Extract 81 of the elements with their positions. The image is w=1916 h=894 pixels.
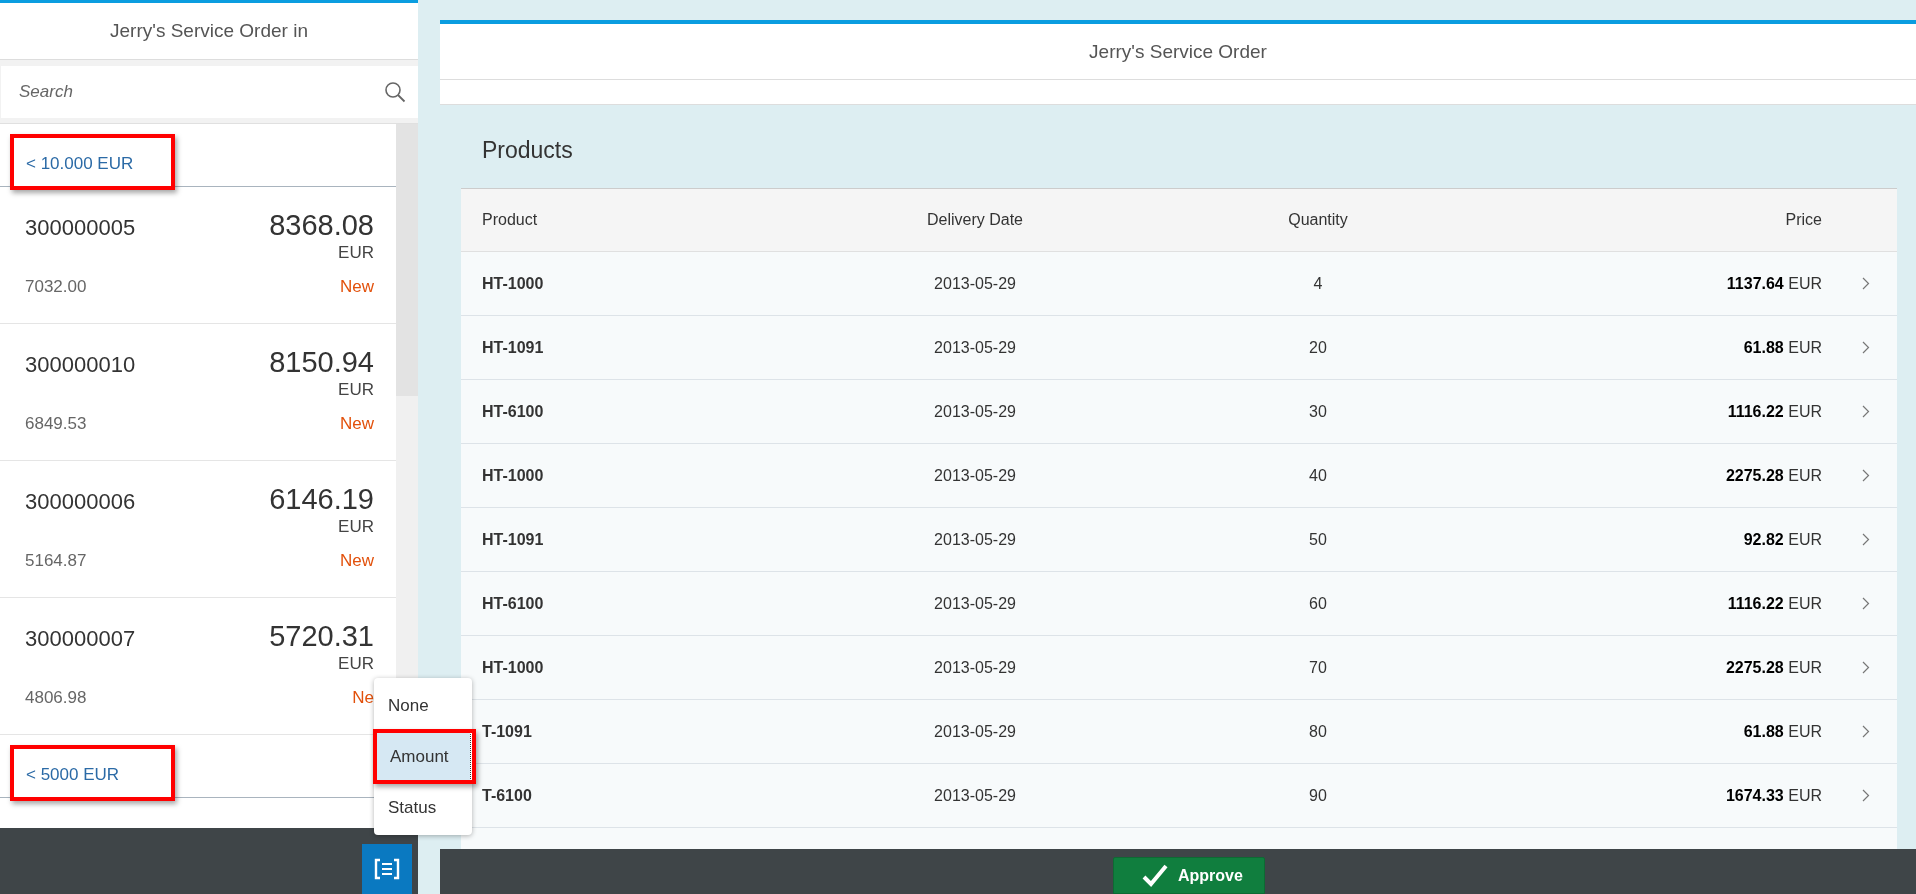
chevron-right-icon	[1862, 533, 1870, 546]
price-cell: 1674.33 EUR	[1725, 786, 1822, 805]
quantity-cell: 50	[1309, 530, 1327, 549]
list-icon	[374, 858, 400, 880]
menu-option[interactable]: Amount	[376, 731, 470, 782]
secondary-amount: 7032.00	[25, 277, 87, 297]
date-cell: 2013-05-29	[934, 466, 1016, 485]
chevron-right-icon	[1862, 405, 1870, 418]
product-cell-text: HT-1000	[482, 466, 545, 485]
price-cell: 1116.22 EUR	[1727, 594, 1822, 613]
order-status: New	[340, 414, 374, 434]
search-field[interactable]: Search	[1, 66, 418, 118]
quantity-cell: 4	[1313, 274, 1323, 293]
chevron-right-icon	[1862, 341, 1870, 354]
quantity-cell: 80	[1309, 722, 1327, 741]
product-cell-text: T-1091	[482, 722, 533, 741]
order-amount: 6146.19	[269, 483, 374, 516]
chevron-right-icon	[1862, 661, 1870, 674]
approve-button[interactable]: Approve	[1113, 857, 1265, 894]
product-cell-text: HT-1000	[482, 274, 545, 293]
price-cell: 1137.64 EUR	[1726, 274, 1822, 293]
currency-label: EUR	[338, 380, 374, 400]
chevron-right-icon	[1862, 597, 1870, 610]
quantity-cell: 20	[1309, 338, 1327, 357]
chevron-right-icon	[1862, 789, 1870, 802]
order-number: 300000006	[25, 489, 136, 515]
order-amount: 5720.31	[269, 620, 374, 653]
price-cell: 61.88 EUR	[1743, 722, 1822, 741]
column-header: Delivery Date	[927, 211, 1023, 229]
column-header: Quantity	[1288, 211, 1348, 229]
price-cell: 1116.22 EUR	[1727, 402, 1822, 421]
currency-label: EUR	[338, 243, 374, 263]
product-cell-text: HT-1091	[482, 530, 545, 549]
quantity-cell: 90	[1309, 786, 1327, 805]
order-number: 300000007	[25, 626, 136, 652]
column-header: Product	[482, 211, 539, 229]
master-title: Jerry's Service Order in	[110, 20, 308, 42]
chevron-right-icon	[1862, 277, 1870, 290]
product-cell-text: HT-1091	[482, 338, 545, 357]
quantity-cell: 60	[1309, 594, 1327, 613]
price-cell: 92.82 EUR	[1743, 530, 1822, 549]
secondary-amount: 4806.98	[25, 688, 87, 708]
product-cell-text: HT-6100	[482, 402, 545, 421]
product-cell-text: HT-6100	[482, 594, 545, 613]
quantity-cell: 30	[1309, 402, 1327, 421]
quantity-cell: 40	[1309, 466, 1327, 485]
order-amount: 8150.94	[269, 346, 374, 379]
chevron-right-icon	[1862, 469, 1870, 482]
date-cell: 2013-05-29	[934, 274, 1016, 293]
product-cell-text: T-6100	[482, 786, 533, 805]
date-cell: 2013-05-29	[934, 722, 1016, 741]
date-cell: 2013-05-29	[934, 530, 1016, 549]
group-header: < 5000 EUR	[26, 765, 120, 785]
chevron-right-icon	[1862, 725, 1870, 738]
currency-label: EUR	[338, 654, 374, 674]
price-cell: 61.88 EUR	[1743, 338, 1822, 357]
secondary-amount: 5164.87	[25, 551, 87, 571]
date-cell: 2013-05-29	[934, 338, 1016, 357]
currency-label: EUR	[338, 517, 374, 537]
group-header: < 10.000 EUR	[26, 154, 134, 174]
search-icon[interactable]	[384, 81, 406, 103]
scrollbar-thumb[interactable]	[396, 124, 418, 396]
group-button[interactable]	[362, 844, 412, 894]
product-cell-text: HT-1000	[482, 658, 545, 677]
order-status: New	[340, 551, 374, 571]
checkmark-icon	[1142, 863, 1168, 888]
price-cell: 2275.28 EUR	[1725, 658, 1822, 677]
date-cell: 2013-05-29	[934, 402, 1016, 421]
price-cell: 2275.28 EUR	[1725, 466, 1822, 485]
date-cell: 2013-05-29	[934, 594, 1016, 613]
detail-title: Jerry's Service Order	[1089, 40, 1267, 63]
quantity-cell: 70	[1309, 658, 1327, 677]
column-header: Price	[1785, 211, 1822, 229]
order-amount: 8368.08	[269, 209, 374, 242]
order-number: 300000010	[25, 352, 136, 378]
secondary-amount: 6849.53	[25, 414, 87, 434]
order-status: Ne	[352, 688, 374, 708]
order-status: New	[340, 277, 374, 297]
date-cell: 2013-05-29	[934, 658, 1016, 677]
date-cell: 2013-05-29	[934, 786, 1016, 805]
order-number: 300000005	[25, 215, 136, 241]
